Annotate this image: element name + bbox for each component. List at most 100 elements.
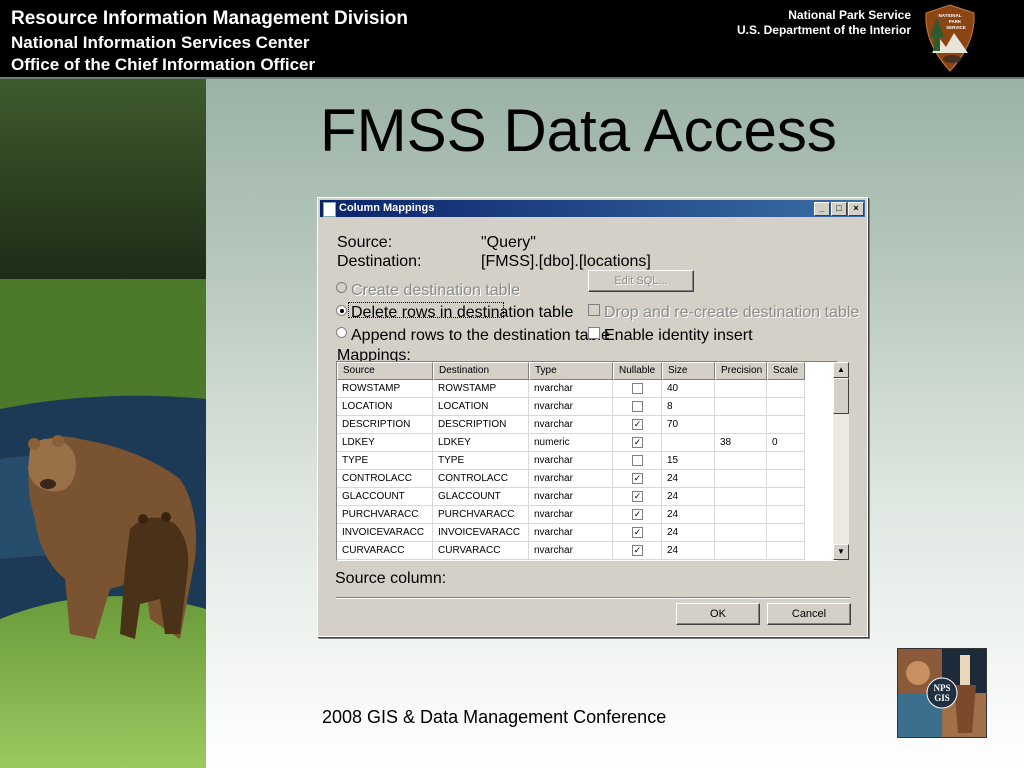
cell-size[interactable]: 24 (662, 488, 715, 506)
scroll-up-button[interactable]: ▲ (833, 362, 849, 378)
scroll-thumb[interactable] (833, 378, 849, 414)
cell-destination[interactable]: LDKEY (433, 434, 529, 452)
cell-destination[interactable]: PURCHVARACC (433, 506, 529, 524)
nullable-checkbox[interactable]: ✓ (632, 437, 643, 448)
cell-destination[interactable]: INVOICEVARACC (433, 524, 529, 542)
cell-source[interactable]: TYPE (337, 452, 433, 470)
cell-nullable[interactable] (613, 398, 662, 416)
nullable-checkbox[interactable]: ✓ (632, 509, 643, 520)
nullable-checkbox[interactable]: ✓ (632, 419, 643, 430)
cell-destination[interactable]: GLACCOUNT (433, 488, 529, 506)
drop-recreate-checkbox[interactable] (588, 304, 600, 316)
cell-nullable[interactable]: ✓ (613, 488, 662, 506)
cell-destination[interactable]: TYPE (433, 452, 529, 470)
append-rows-radio[interactable] (336, 327, 347, 338)
column-header-type[interactable]: Type (529, 362, 613, 380)
nullable-checkbox[interactable]: ✓ (632, 545, 643, 556)
cell-scale[interactable] (767, 542, 805, 560)
column-header-scale[interactable]: Scale (767, 362, 805, 380)
nullable-checkbox[interactable]: ✓ (632, 473, 643, 484)
cell-scale[interactable] (767, 524, 805, 542)
create-table-radio[interactable] (336, 282, 347, 293)
cell-precision[interactable] (715, 380, 767, 398)
cell-scale[interactable] (767, 488, 805, 506)
cell-type[interactable]: nvarchar (529, 470, 613, 488)
cell-size[interactable] (662, 434, 715, 452)
cell-destination[interactable]: CONTROLACC (433, 470, 529, 488)
ok-button[interactable]: OK (676, 603, 760, 625)
cell-precision[interactable] (715, 452, 767, 470)
cell-precision[interactable] (715, 542, 767, 560)
cell-type[interactable]: nvarchar (529, 416, 613, 434)
cell-size[interactable]: 15 (662, 452, 715, 470)
cell-precision[interactable] (715, 416, 767, 434)
edit-sql-button[interactable]: Edit SQL... (588, 270, 694, 292)
cell-scale[interactable] (767, 452, 805, 470)
minimize-button[interactable]: _ (814, 202, 830, 216)
close-button[interactable]: × (848, 202, 864, 216)
column-header-source[interactable]: Source (337, 362, 433, 380)
nullable-checkbox[interactable] (632, 383, 643, 394)
cell-size[interactable]: 8 (662, 398, 715, 416)
column-header-nullable[interactable]: Nullable (613, 362, 662, 380)
delete-rows-radio[interactable] (336, 305, 347, 316)
cell-source[interactable]: PURCHVARACC (337, 506, 433, 524)
cell-precision[interactable] (715, 524, 767, 542)
cell-source[interactable]: INVOICEVARACC (337, 524, 433, 542)
cell-destination[interactable]: DESCRIPTION (433, 416, 529, 434)
nullable-checkbox[interactable]: ✓ (632, 527, 643, 538)
cell-scale[interactable] (767, 380, 805, 398)
cell-type[interactable]: nvarchar (529, 398, 613, 416)
cell-type[interactable]: nvarchar (529, 524, 613, 542)
cell-nullable[interactable]: ✓ (613, 506, 662, 524)
cell-source[interactable]: CURVARACC (337, 542, 433, 560)
cell-nullable[interactable]: ✓ (613, 416, 662, 434)
cell-nullable[interactable] (613, 380, 662, 398)
grid-scrollbar[interactable]: ▲ ▼ (833, 362, 849, 560)
cell-size[interactable]: 24 (662, 524, 715, 542)
cell-destination[interactable]: LOCATION (433, 398, 529, 416)
cell-size[interactable]: 40 (662, 380, 715, 398)
cell-source[interactable]: CONTROLACC (337, 470, 433, 488)
cell-source[interactable]: DESCRIPTION (337, 416, 433, 434)
cell-source[interactable]: LDKEY (337, 434, 433, 452)
cell-destination[interactable]: CURVARACC (433, 542, 529, 560)
cell-nullable[interactable]: ✓ (613, 470, 662, 488)
cell-scale[interactable]: 0 (767, 434, 805, 452)
cell-type[interactable]: nvarchar (529, 452, 613, 470)
cell-scale[interactable] (767, 506, 805, 524)
dialog-titlebar[interactable]: Column Mappings _ □ × (320, 200, 865, 217)
cell-type[interactable]: nvarchar (529, 488, 613, 506)
cell-scale[interactable] (767, 398, 805, 416)
cell-type[interactable]: nvarchar (529, 506, 613, 524)
cell-size[interactable]: 24 (662, 542, 715, 560)
cell-scale[interactable] (767, 416, 805, 434)
cell-source[interactable]: LOCATION (337, 398, 433, 416)
mappings-grid[interactable]: Source Destination Type Nullable Size Precisi… (336, 361, 838, 561)
cell-precision[interactable]: 38 (715, 434, 767, 452)
cell-precision[interactable] (715, 470, 767, 488)
nullable-checkbox[interactable]: ✓ (632, 491, 643, 502)
scroll-down-button[interactable]: ▼ (833, 544, 849, 560)
maximize-button[interactable]: □ (831, 202, 847, 216)
cell-precision[interactable] (715, 398, 767, 416)
cancel-button[interactable]: Cancel (767, 603, 851, 625)
cell-size[interactable]: 24 (662, 506, 715, 524)
column-header-size[interactable]: Size (662, 362, 715, 380)
cell-scale[interactable] (767, 470, 805, 488)
cell-source[interactable]: GLACCOUNT (337, 488, 433, 506)
nullable-checkbox[interactable] (632, 455, 643, 466)
column-header-precision[interactable]: Precision (715, 362, 767, 380)
enable-identity-checkbox[interactable] (588, 327, 600, 339)
cell-destination[interactable]: ROWSTAMP (433, 380, 529, 398)
cell-precision[interactable] (715, 506, 767, 524)
cell-type[interactable]: nvarchar (529, 380, 613, 398)
cell-type[interactable]: nvarchar (529, 542, 613, 560)
cell-size[interactable]: 70 (662, 416, 715, 434)
cell-source[interactable]: ROWSTAMP (337, 380, 433, 398)
cell-nullable[interactable] (613, 452, 662, 470)
column-header-destination[interactable]: Destination (433, 362, 529, 380)
cell-nullable[interactable]: ✓ (613, 434, 662, 452)
cell-nullable[interactable]: ✓ (613, 542, 662, 560)
cell-type[interactable]: numeric (529, 434, 613, 452)
